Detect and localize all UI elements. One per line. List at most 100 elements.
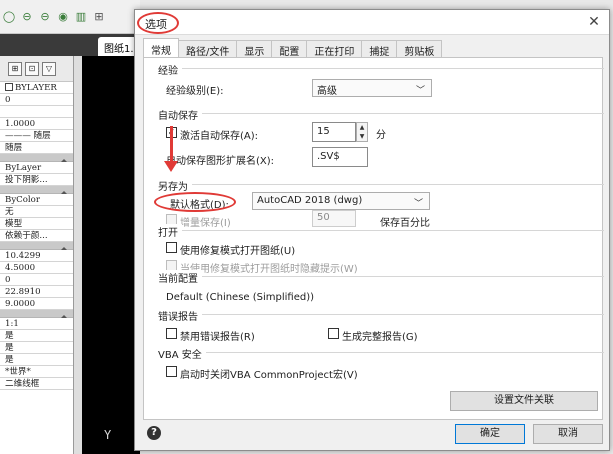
tab-paths[interactable]: 路径/文件 (178, 40, 238, 58)
property-row[interactable]: 0 (0, 94, 73, 106)
property-checkbox[interactable] (5, 83, 13, 91)
property-value: 投下阴影... (5, 175, 48, 185)
experience-group: 经验 经验级别(E): 高级 ﹀ (158, 62, 604, 100)
file-association-button[interactable]: 设置文件关联 (450, 391, 598, 411)
tab-general[interactable]: 常规 (143, 38, 179, 57)
hide-hint-label: 当使用修复模式打开图纸时隐藏提示(W) (180, 264, 358, 275)
autosave-label: 激活自动保存(A): (180, 131, 259, 142)
vba-group-label: VBA 安全 (158, 346, 206, 361)
property-value: 9.0000 (5, 299, 36, 309)
cad-toolbar: ◯ ⊖ ⊖ ◉ ▥ ⊞ (0, 0, 140, 34)
property-row[interactable]: 10.4299 (0, 250, 73, 262)
open-group-label: 打开 (158, 224, 182, 239)
experience-level-select[interactable]: 高级 ﹀ (312, 79, 432, 97)
tab-snap[interactable]: 捕捉 (361, 40, 398, 58)
property-row[interactable]: 是 (0, 342, 73, 354)
property-value: 22.8910 (5, 287, 41, 297)
target-icon[interactable]: ◉ (56, 10, 70, 24)
error-report-group-label: 错误报告 (158, 308, 202, 323)
property-row[interactable]: BYLAYER (0, 82, 73, 94)
property-value: 随层 (5, 143, 23, 153)
layer-icon[interactable]: ⊖ (20, 10, 34, 24)
property-value: ByColor (5, 195, 40, 205)
error-report-group: 错误报告 禁用错误报告(R) 生成完整报告(G) (158, 308, 604, 344)
autosave-ext-input[interactable]: .SV$ (312, 147, 368, 167)
repair-mode-label: 使用修复模式打开图纸(U) (180, 246, 296, 257)
tab-plotting[interactable]: 正在打印 (306, 40, 363, 58)
property-row[interactable]: 投下阴影... (0, 174, 73, 186)
property-row[interactable]: 1.0000 (0, 118, 73, 130)
tab-strip: 常规 路径/文件 显示 配置 正在打印 捕捉 剪贴板 (143, 38, 443, 58)
property-section-header[interactable] (0, 310, 73, 318)
general-tab-panel: 经验 经验级别(E): 高级 ﹀ 自动保存 ✓ 激活自动保存(A): 15 ▲ … (143, 57, 604, 420)
disable-error-report-label: 禁用错误报告(R) (180, 332, 255, 343)
property-value: *世界* (5, 367, 31, 377)
quick-select-icon[interactable]: ⊡ (25, 61, 39, 76)
dialog-title-bar[interactable]: 选项 ✕ (135, 10, 609, 35)
annotation-arrow-head (164, 161, 178, 172)
property-row[interactable]: ByLayer (0, 162, 73, 174)
property-row[interactable]: ——— 随层 (0, 130, 73, 142)
property-value: 1.0000 (5, 119, 36, 129)
property-value: 0 (5, 95, 11, 105)
property-row[interactable]: 0 (0, 274, 73, 286)
tab-display[interactable]: 显示 (236, 40, 273, 58)
save-percent-input[interactable]: 50 (312, 210, 356, 227)
repair-mode-checkbox[interactable] (166, 242, 177, 253)
incremental-save-label: 增量保存(I) (180, 218, 231, 229)
autosave-ext-label: 自动保存图形扩展名(X): (166, 156, 275, 167)
bar-chart-icon[interactable]: ▥ (74, 10, 88, 24)
property-value: 二维线框 (5, 379, 40, 389)
drawing-canvas[interactable] (82, 56, 140, 454)
property-section-header[interactable] (0, 154, 73, 162)
interval-unit: 分 (376, 130, 386, 141)
property-section-header[interactable] (0, 242, 73, 250)
property-value: 10.4299 (5, 251, 41, 261)
layout-icon[interactable]: ⊞ (92, 10, 106, 24)
full-report-checkbox[interactable] (328, 328, 339, 339)
property-row[interactable]: 1:1 (0, 318, 73, 330)
cancel-button[interactable]: 取消 (533, 424, 603, 444)
spin-up-icon[interactable]: ▲ (357, 123, 367, 132)
property-row[interactable] (0, 106, 73, 118)
spin-down-icon[interactable]: ▼ (357, 132, 367, 141)
tab-clipboard[interactable]: 剪贴板 (396, 40, 443, 58)
property-row[interactable]: *世界* (0, 366, 73, 378)
title-highlight-circle (137, 12, 179, 34)
panel-divider[interactable] (74, 56, 82, 454)
property-row[interactable]: 二维线框 (0, 378, 73, 390)
property-value: 依赖于颜... (5, 231, 48, 241)
property-row[interactable]: 模型 (0, 218, 73, 230)
drawing-tabs: 图纸1.d (0, 34, 142, 56)
property-row[interactable]: 是 (0, 330, 73, 342)
property-row[interactable]: ByColor (0, 194, 73, 206)
circle-icon[interactable]: ◯ (2, 10, 16, 24)
saveas-group-label: 另存为 (158, 178, 192, 193)
property-value: BYLAYER (15, 83, 57, 93)
property-section-header[interactable] (0, 186, 73, 194)
tab-profiles[interactable]: 配置 (271, 40, 308, 58)
property-row[interactable]: 22.8910 (0, 286, 73, 298)
autosave-interval-input[interactable]: 15 (312, 122, 356, 142)
property-row[interactable]: 随层 (0, 142, 73, 154)
autosave-group-label: 自动保存 (158, 107, 202, 122)
interval-spinner[interactable]: ▲ ▼ (356, 122, 368, 142)
property-row[interactable]: 4.5000 (0, 262, 73, 274)
vba-disable-checkbox[interactable] (166, 366, 177, 377)
select-icon[interactable]: ⊞ (8, 61, 22, 76)
default-format-select[interactable]: AutoCAD 2018 (dwg) ﹀ (252, 192, 430, 210)
ok-button[interactable]: 确定 (455, 424, 525, 444)
sphere-icon[interactable]: ⊖ (38, 10, 52, 24)
vba-disable-label: 启动时关闭VBA CommonProject宏(V) (180, 370, 358, 381)
filter-icon[interactable]: ▽ (42, 61, 56, 76)
current-profile-value: Default (Chinese (Simplified)) (166, 292, 315, 303)
disable-error-report-checkbox[interactable] (166, 328, 177, 339)
help-icon[interactable]: ? (147, 426, 161, 440)
property-value: 是 (5, 355, 14, 365)
close-button[interactable]: ✕ (579, 10, 609, 34)
experience-level-label: 经验级别(E): (166, 86, 224, 97)
property-row[interactable]: 是 (0, 354, 73, 366)
property-row[interactable]: 无 (0, 206, 73, 218)
property-row[interactable]: 依赖于颜... (0, 230, 73, 242)
property-row[interactable]: 9.0000 (0, 298, 73, 310)
